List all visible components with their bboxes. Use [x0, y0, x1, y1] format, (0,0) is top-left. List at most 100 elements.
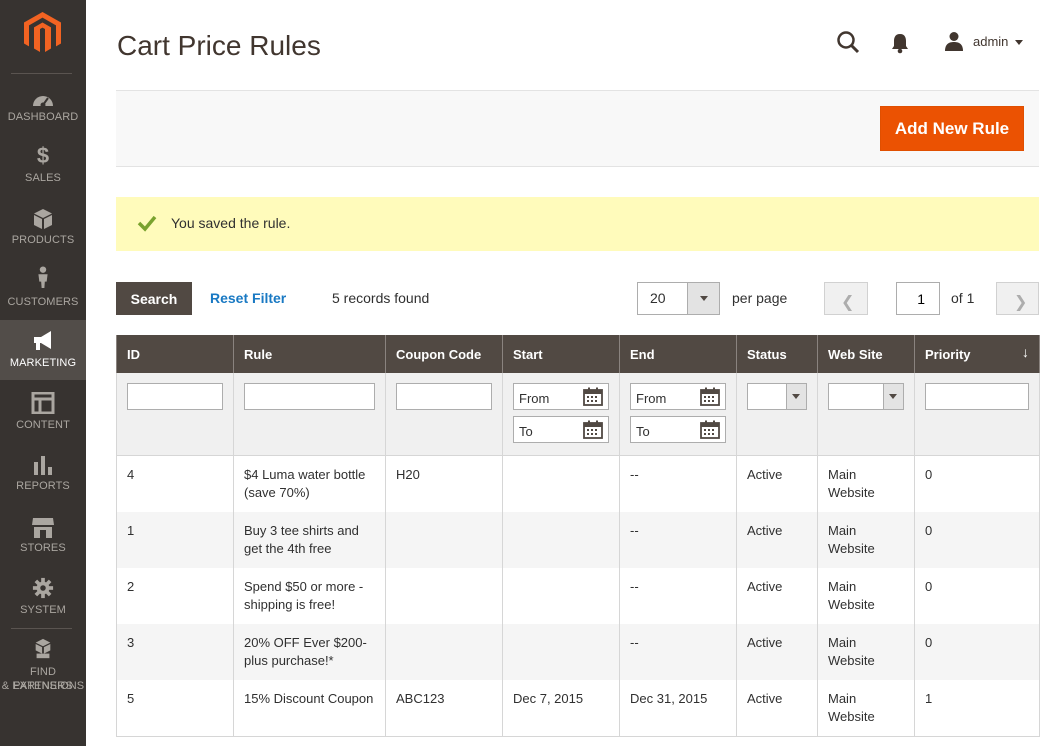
- cell-rule: Buy 3 tee shirts and get the 4th free: [233, 511, 386, 568]
- cell-status: Active: [736, 567, 818, 624]
- sidebar-item-stores[interactable]: STORES: [0, 510, 86, 570]
- column-header-coupon-code[interactable]: Coupon Code: [385, 335, 503, 373]
- sidebar-item-dashboard[interactable]: DASHBOARD: [0, 78, 86, 138]
- column-header-end[interactable]: End: [619, 335, 737, 373]
- column-header-label: Priority: [925, 346, 971, 362]
- table-row[interactable]: 4 $4 Luma water bottle (save 70%) H20 --…: [116, 455, 1040, 512]
- per-page-dropdown-button[interactable]: [687, 283, 719, 314]
- add-new-rule-button[interactable]: Add New Rule: [880, 106, 1024, 151]
- filter-id-input[interactable]: [127, 383, 223, 410]
- column-header-priority[interactable]: Priority ↓: [914, 335, 1040, 373]
- date-to-placeholder: To: [519, 424, 533, 439]
- dollar-icon: $: [36, 143, 50, 168]
- cell-website: Main Website: [817, 567, 915, 624]
- records-found-count: 5 records found: [332, 290, 430, 306]
- sidebar-item-customers[interactable]: CUSTOMERS: [0, 262, 86, 322]
- calendar-icon[interactable]: [583, 420, 603, 439]
- filter-coupon-input[interactable]: [396, 383, 492, 410]
- sidebar-item-system[interactable]: SYSTEM: [0, 571, 86, 631]
- sidebar-item-label: SYSTEM: [20, 604, 66, 616]
- chevron-down-icon: [786, 384, 806, 409]
- cell-priority: 0: [914, 623, 1040, 680]
- sidebar-item-products[interactable]: PRODUCTS: [0, 202, 86, 262]
- filter-cell: [736, 373, 818, 456]
- column-header-web-site[interactable]: Web Site: [817, 335, 915, 373]
- filter-cell: [817, 373, 915, 456]
- next-page-button[interactable]: ❯: [996, 282, 1039, 315]
- column-header-start[interactable]: Start: [502, 335, 620, 373]
- date-from-placeholder: From: [519, 391, 550, 406]
- notifications-bell-icon[interactable]: [890, 32, 910, 54]
- sidebar-item-sales[interactable]: $ SALES: [0, 140, 86, 200]
- cell-start: [502, 623, 620, 680]
- grid-filter-row: From To From To: [116, 373, 1040, 456]
- filter-priority-input[interactable]: [925, 383, 1029, 410]
- chevron-right-icon: ❯: [1014, 294, 1028, 311]
- table-row[interactable]: 2 Spend $50 or more - shipping is free! …: [116, 567, 1040, 624]
- search-icon[interactable]: [836, 30, 860, 54]
- checkmark-icon: [137, 215, 157, 232]
- person-icon: [38, 266, 48, 288]
- calendar-icon[interactable]: [700, 387, 720, 406]
- cell-start: Dec 7, 2015: [502, 679, 620, 737]
- sidebar-divider: [11, 73, 72, 74]
- cell-coupon: [385, 511, 503, 568]
- column-header-status[interactable]: Status: [736, 335, 818, 373]
- chevron-down-icon[interactable]: [1015, 40, 1023, 45]
- table-row[interactable]: 5 15% Discount Coupon ABC123 Dec 7, 2015…: [116, 679, 1040, 737]
- filter-rule-input[interactable]: [244, 383, 375, 410]
- cell-website: Main Website: [817, 679, 915, 737]
- search-button[interactable]: Search: [116, 282, 192, 315]
- cell-id: 3: [116, 623, 234, 680]
- reset-filter-link[interactable]: Reset Filter: [210, 290, 286, 306]
- cell-end: --: [619, 455, 737, 512]
- user-icon[interactable]: [944, 31, 964, 51]
- sidebar-item-marketing[interactable]: MARKETING: [0, 320, 86, 380]
- cell-start: [502, 511, 620, 568]
- cell-start: [502, 455, 620, 512]
- cell-id: 5: [116, 679, 234, 737]
- cell-website: Main Website: [817, 623, 915, 680]
- cubes-icon: [35, 638, 51, 659]
- filter-end-from-input[interactable]: From: [630, 383, 726, 410]
- cell-id: 1: [116, 511, 234, 568]
- cell-id: 2: [116, 567, 234, 624]
- filter-start-from-input[interactable]: From: [513, 383, 609, 410]
- filter-website-select[interactable]: [828, 383, 904, 410]
- sidebar-item-label: SALES: [25, 172, 61, 184]
- grid-header-row: ID Rule Coupon Code Start End Status Web…: [116, 335, 1040, 373]
- admin-sidebar: DASHBOARD $ SALES PRODUCTS CUSTOMERS MAR…: [0, 0, 86, 746]
- cell-status: Active: [736, 679, 818, 737]
- current-page-input[interactable]: [896, 282, 940, 315]
- sidebar-item-find-partners[interactable]: FIND PARTNERS & EXTENSIONS: [0, 636, 86, 696]
- filter-start-to-input[interactable]: To: [513, 416, 609, 443]
- filter-cell: [233, 373, 386, 456]
- calendar-icon[interactable]: [700, 420, 720, 439]
- cell-status: Active: [736, 623, 818, 680]
- cell-end: --: [619, 623, 737, 680]
- sidebar-item-content[interactable]: CONTENT: [0, 386, 86, 446]
- filter-cell: [116, 373, 234, 456]
- store-icon: [32, 518, 54, 538]
- calendar-icon[interactable]: [583, 387, 603, 406]
- cell-status: Active: [736, 455, 818, 512]
- column-header-id[interactable]: ID: [116, 335, 234, 373]
- magento-logo-icon[interactable]: [24, 12, 61, 54]
- cell-rule: Spend $50 or more - shipping is free!: [233, 567, 386, 624]
- cell-start: [502, 567, 620, 624]
- sidebar-item-label: CONTENT: [16, 419, 70, 431]
- table-row[interactable]: 1 Buy 3 tee shirts and get the 4th free …: [116, 511, 1040, 568]
- admin-username[interactable]: admin: [973, 34, 1008, 49]
- sidebar-item-label: MARKETING: [9, 357, 77, 369]
- cell-end: Dec 31, 2015: [619, 679, 737, 737]
- table-row[interactable]: 3 20% OFF Ever $200-plus purchase!* -- A…: [116, 623, 1040, 680]
- box-icon: [34, 209, 52, 229]
- cell-id: 4: [116, 455, 234, 512]
- sidebar-item-label: REPORTS: [16, 480, 70, 492]
- filter-status-select[interactable]: [747, 383, 807, 410]
- filter-end-to-input[interactable]: To: [630, 416, 726, 443]
- column-header-rule[interactable]: Rule: [233, 335, 386, 373]
- sidebar-item-reports[interactable]: REPORTS: [0, 448, 86, 508]
- cell-priority: 0: [914, 567, 1040, 624]
- previous-page-button[interactable]: ❮: [824, 282, 868, 315]
